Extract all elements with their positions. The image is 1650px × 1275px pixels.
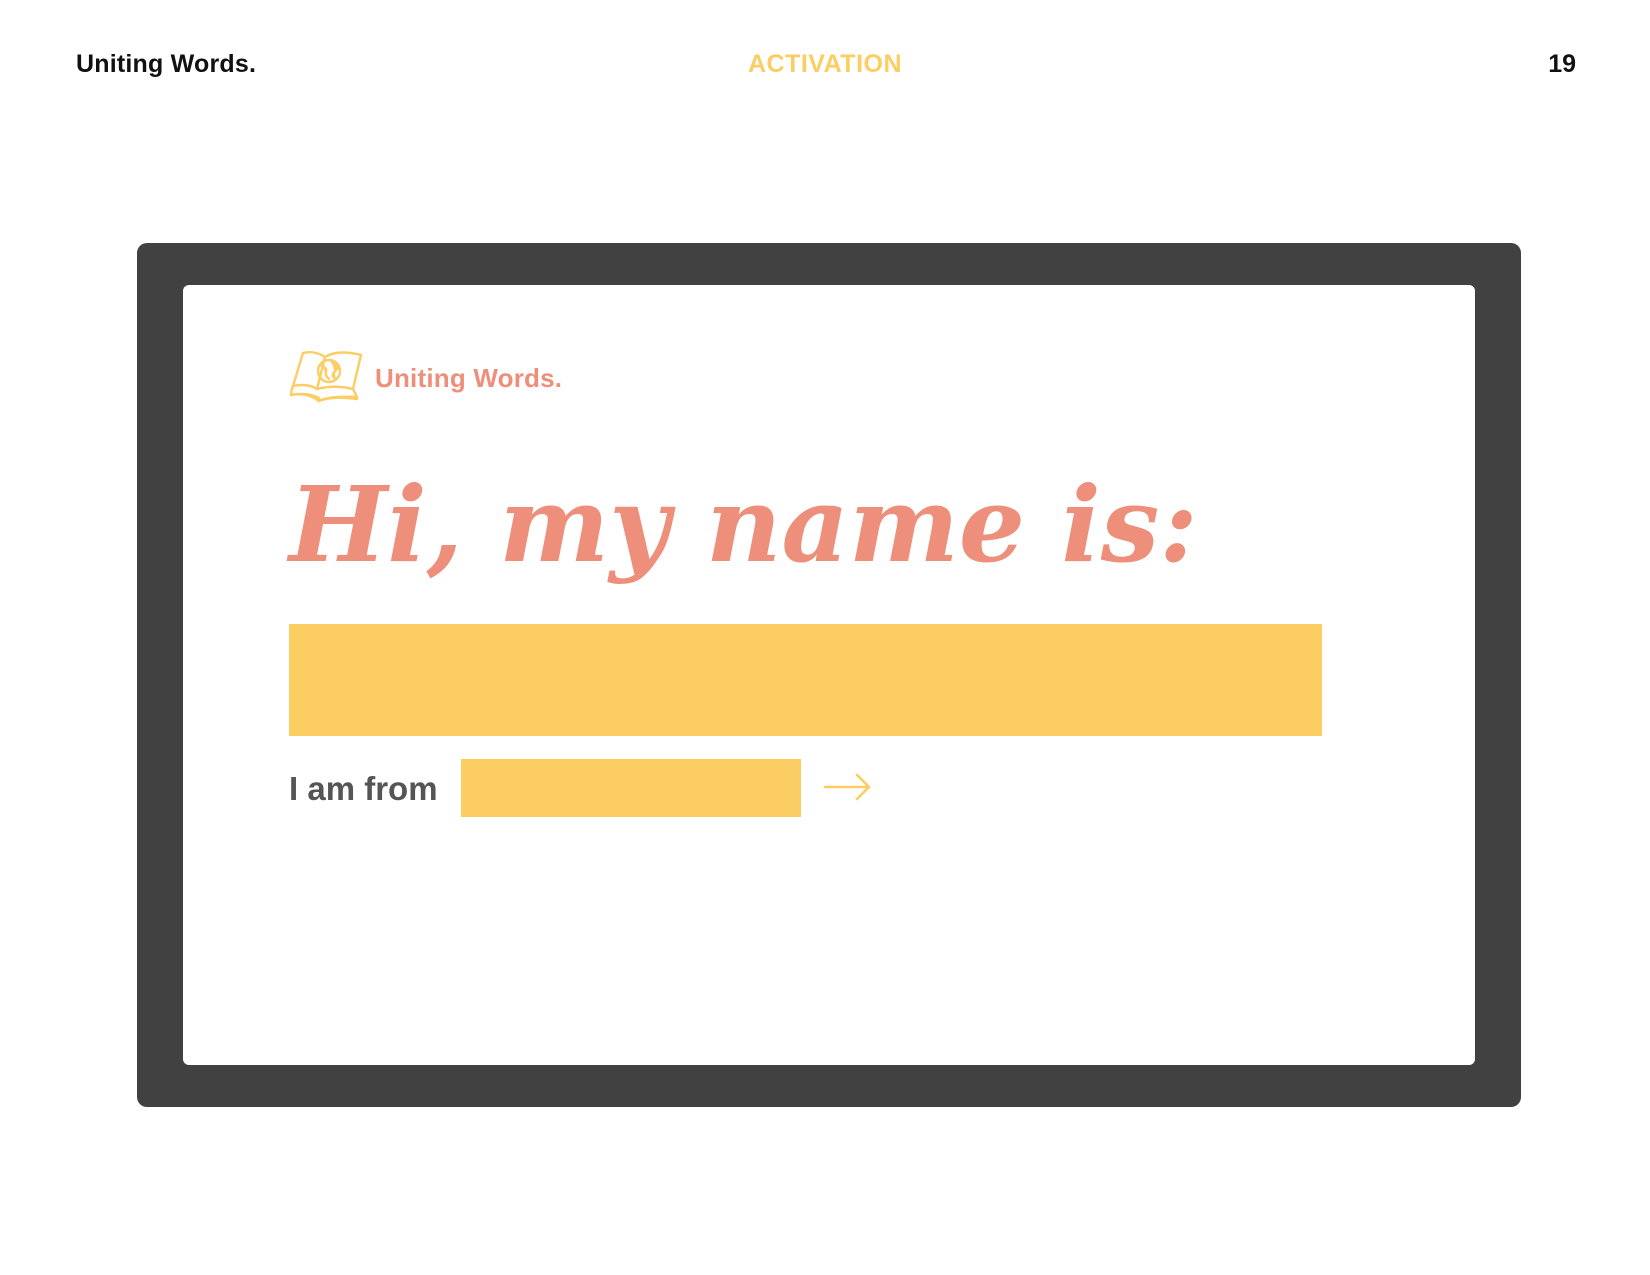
logo-wordmark: Uniting Words. [375, 362, 563, 393]
header-section-title: ACTIVATION [747, 50, 903, 78]
open-book-globe-icon [289, 351, 363, 403]
greeting-heading: Hi, my name is: [289, 463, 1198, 586]
app-logo: Uniting Words. [289, 348, 562, 408]
slide-page: Uniting Words. ACTIVATION 19 Uniting Wor… [0, 0, 1650, 1275]
country-input[interactable] [461, 759, 801, 817]
arrow-right-icon[interactable] [823, 771, 873, 803]
from-label: I am from [289, 770, 438, 807]
page-number: 19 [1548, 50, 1576, 78]
name-input[interactable] [289, 624, 1322, 736]
device-screen: Uniting Words. Hi, my name is: I am from [183, 285, 1475, 1065]
